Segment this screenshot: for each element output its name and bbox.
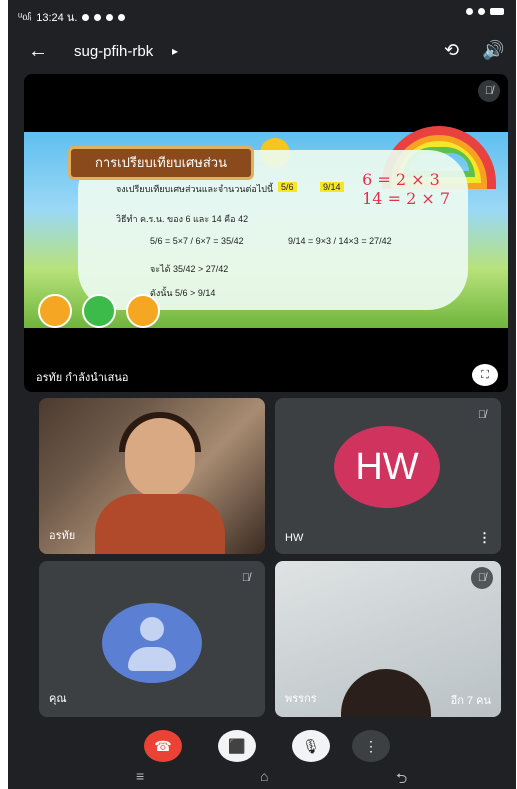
- avatar: HW: [334, 426, 440, 508]
- system-nav-bar: ≡ ⌂ ⮌: [8, 766, 516, 789]
- participant-face: [125, 418, 195, 498]
- status-bar: ᵘ᧞ᵢ 13:24 น.: [8, 0, 516, 30]
- hangup-button[interactable]: ☎: [144, 730, 182, 762]
- participant-tile-hw[interactable]: 🎙̸ HW HW ⋮: [275, 398, 501, 554]
- participant-tile-presenter[interactable]: อรทัย: [39, 398, 265, 554]
- fullscreen-icon[interactable]: ⛶: [472, 364, 498, 386]
- slide-result: จะได้ 35/42 > 27/42: [150, 264, 229, 274]
- vibrate-icon: [466, 8, 473, 15]
- participant-name: อรทัย: [49, 530, 76, 542]
- participant-head: [341, 669, 431, 717]
- more-vert-icon: ⋮: [364, 738, 378, 754]
- handwriting-annotation: 6 = 2 × 3 14 = 2 × 7: [362, 170, 450, 208]
- call-controls: ☎ ⬛ 🎙 ⋮: [8, 728, 516, 764]
- speaker-icon[interactable]: 🔊: [482, 40, 504, 61]
- participant-tile-others[interactable]: 🎙̸ พรรกร อีก 7 คน: [275, 561, 501, 717]
- home-icon[interactable]: ⌂: [260, 768, 268, 784]
- slide-prev-icon: [38, 294, 72, 328]
- avatar-body: [128, 647, 176, 671]
- meeting-code[interactable]: sug-pfih-rbk: [74, 43, 153, 60]
- mic-off-icon: 🎙̸: [471, 567, 493, 589]
- slide-step-a: 5/6 = 5×7 / 6×7 = 35/42: [150, 236, 244, 246]
- participant-name: คุณ: [49, 693, 67, 705]
- slide-title: การเปรียบเทียบเศษส่วน: [68, 146, 254, 180]
- presentation-tile[interactable]: 🎙̸ การเปรียบเทียบเศษส่วน จงเปรียบเทียบเศ…: [24, 74, 508, 392]
- camera-off-icon: ⬛: [228, 738, 246, 754]
- mic-off-icon: 🎙̸: [471, 404, 493, 426]
- avatar: [102, 603, 202, 683]
- carrier-label: ᵘ᧞ᵢ: [18, 10, 32, 23]
- back-icon[interactable]: ⮌: [396, 768, 407, 789]
- phone-hangup-icon: ☎: [154, 738, 172, 754]
- slide-home-icon: [82, 294, 116, 328]
- participant-name: พรรกร: [285, 693, 317, 705]
- mic-off-icon: 🎙̸: [478, 80, 500, 102]
- back-arrow-icon[interactable]: ←: [28, 40, 48, 63]
- slide-step-b: 9/14 = 9×3 / 14×3 = 27/42: [288, 236, 392, 246]
- battery-icon: [490, 8, 504, 15]
- handwriting-line-2: 14 = 2 × 7: [362, 189, 450, 208]
- status-time: 13:24 น.: [36, 12, 78, 24]
- switch-camera-icon[interactable]: ⟲: [444, 40, 459, 61]
- fraction-a: 5/6: [278, 182, 297, 192]
- presenter-label: อรทัย กำลังนำเสนอ: [36, 372, 129, 384]
- fraction-b: 9/14: [320, 182, 344, 192]
- avatar-head: [140, 617, 164, 641]
- participant-name: HW: [285, 532, 304, 544]
- slide-conclusion: ดังนั้น 5/6 > 9/14: [150, 288, 216, 298]
- handwriting-line-1: 6 = 2 × 3: [362, 170, 440, 189]
- notification-icon: [106, 13, 114, 21]
- more-participants-label[interactable]: อีก 7 คน: [451, 691, 491, 709]
- meeting-details-icon[interactable]: ▸: [172, 44, 178, 58]
- participant-shirt: [95, 494, 225, 554]
- mic-off-icon: 🎙̸: [235, 567, 257, 589]
- notification-icon: [118, 13, 126, 21]
- notification-icon: [82, 13, 90, 21]
- more-options-button[interactable]: ⋮: [352, 730, 390, 762]
- wifi-icon: [478, 8, 485, 15]
- notification-icon: [94, 13, 102, 21]
- more-options-icon[interactable]: ⋮: [478, 530, 491, 546]
- slide-next-icon: [126, 294, 160, 328]
- phone-screen: ᵘ᧞ᵢ 13:24 น. ← sug-pfih-rbk ▸ ⟲ 🔊 🎙̸ การ…: [8, 0, 516, 789]
- mic-off-icon: 🎙: [302, 738, 320, 754]
- camera-toggle-button[interactable]: ⬛: [218, 730, 256, 762]
- slide-method: วิธีทำ ค.ร.น. ของ 6 และ 14 คือ 42: [116, 214, 249, 224]
- recent-apps-icon[interactable]: ≡: [136, 768, 144, 784]
- app-bar: ← sug-pfih-rbk ▸ ⟲ 🔊: [8, 30, 516, 74]
- mic-toggle-button[interactable]: 🎙: [292, 730, 330, 762]
- shared-slide: การเปรียบเทียบเศษส่วน จงเปรียบเทียบเศษส่…: [24, 126, 508, 328]
- slide-question: จงเปรียบเทียบเศษส่วนและจำนวนต่อไปนี้: [116, 184, 274, 194]
- participant-tile-self[interactable]: 🎙̸ คุณ: [39, 561, 265, 717]
